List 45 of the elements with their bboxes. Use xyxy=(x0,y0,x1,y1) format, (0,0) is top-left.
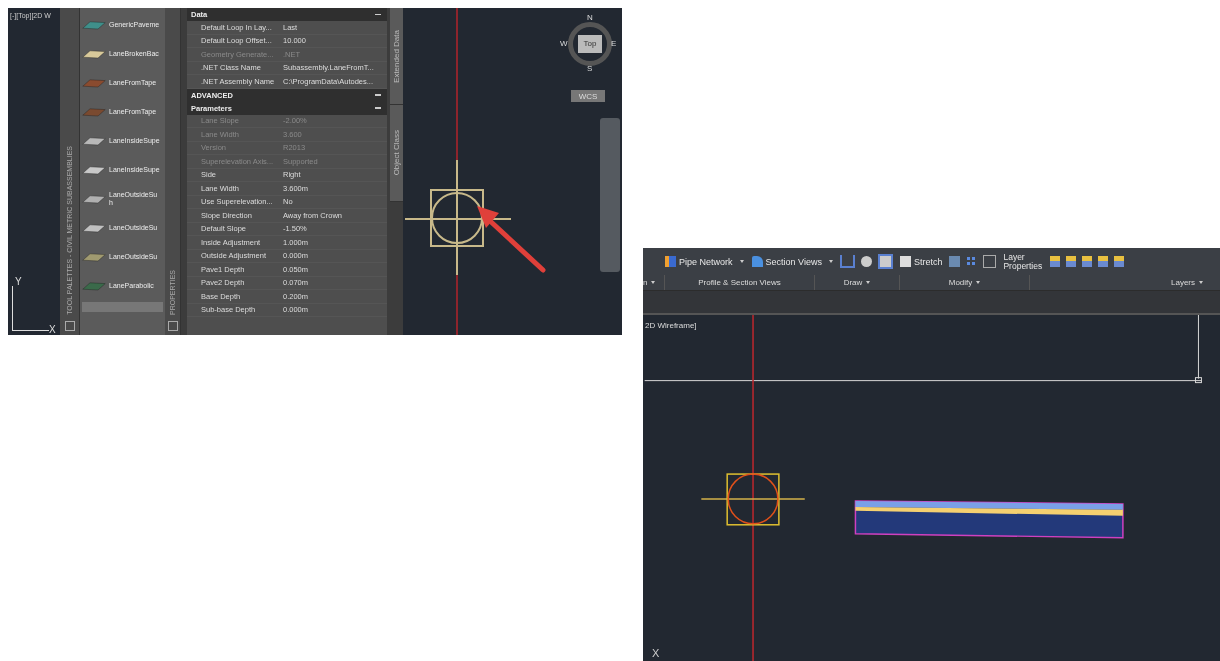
subassembly-icon xyxy=(82,47,106,60)
subassembly-icon xyxy=(82,163,106,176)
axis-label: Y xyxy=(15,276,22,287)
view-cube-face[interactable]: Top xyxy=(578,35,602,53)
stretch-button[interactable]: Stretch xyxy=(897,256,945,267)
subassembly-icon xyxy=(82,76,106,89)
side-tab[interactable]: Extended Data xyxy=(390,8,403,105)
compass-direction[interactable]: N xyxy=(587,14,593,22)
compass-direction[interactable]: W xyxy=(560,40,568,48)
pipe-network-button[interactable]: Pipe Network xyxy=(663,256,746,267)
subassembly-icon xyxy=(82,105,106,118)
layer-tool-icon[interactable] xyxy=(1065,256,1078,267)
circle-icon[interactable] xyxy=(859,256,873,267)
compass-direction[interactable]: E xyxy=(611,40,617,48)
side-tab[interactable]: Object Class xyxy=(390,105,403,202)
subassembly-icon xyxy=(82,250,106,263)
grip-icon xyxy=(1194,377,1202,384)
vertical-line xyxy=(1197,315,1199,380)
palette-menu-icon[interactable] xyxy=(64,321,75,331)
layer-properties-button[interactable]: Layer Properties xyxy=(1001,252,1046,271)
ribbon-panel-label[interactable]: Profile & Section Views xyxy=(665,275,815,290)
collapse-icon xyxy=(375,13,381,16)
layer-tool-icon[interactable] xyxy=(1113,256,1126,267)
properties-menu-icon[interactable] xyxy=(167,321,178,331)
subassembly-icon xyxy=(82,279,106,292)
subassembly-icon xyxy=(82,221,106,234)
polyline-icon[interactable] xyxy=(838,255,856,268)
ucs-icon: X xyxy=(652,647,660,659)
layer-tool-icon[interactable] xyxy=(1049,256,1062,267)
ribbon-panel-label[interactable]: Layers xyxy=(1030,275,1215,290)
subassembly-icon xyxy=(82,18,106,31)
subassembly-icon xyxy=(82,192,106,205)
subassembly-icon xyxy=(82,134,106,147)
layer-tool-icon[interactable] xyxy=(1081,256,1094,267)
hatch-icon[interactable] xyxy=(876,254,894,269)
ribbon-panel-label[interactable]: n xyxy=(643,275,665,290)
section-views-button[interactable]: Section Views xyxy=(749,256,835,267)
ucs-icon xyxy=(12,286,49,331)
ribbon-panel-label[interactable]: Modify xyxy=(900,275,1030,290)
axis-label: X xyxy=(49,324,56,335)
ribbon-panel-label[interactable]: Draw xyxy=(815,275,900,290)
compass-direction[interactable]: S xyxy=(587,65,593,73)
layer-tool-icon[interactable] xyxy=(1097,256,1110,267)
pointer-arrow xyxy=(477,206,546,273)
viewport-label[interactable]: 2D Wireframe] xyxy=(645,321,697,330)
